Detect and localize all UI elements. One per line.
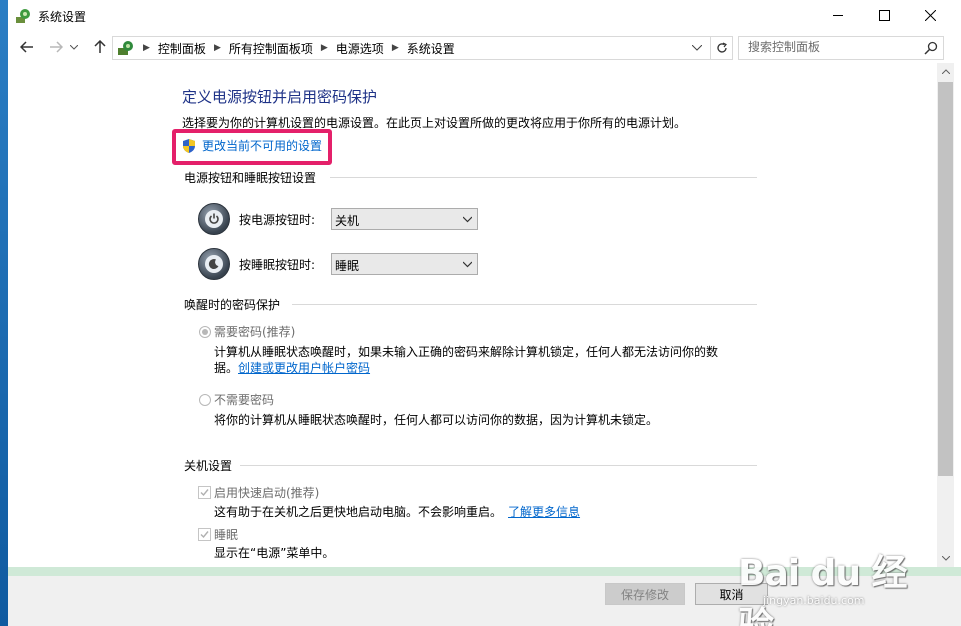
fast-startup-label: 启用快速启动(推荐)	[214, 486, 320, 500]
chevron-down-icon	[692, 45, 702, 51]
sleep-button-row: 按睡眠按钮时: 睡眠	[198, 247, 478, 281]
fast-startup-description: 这有助于在关机之后更快地启动电脑。不会影响重启。 了解更多信息	[214, 503, 580, 520]
scroll-up-button[interactable]	[937, 63, 954, 80]
power-button-icon	[198, 203, 230, 235]
sleep-menu-label: 睡眠	[214, 528, 239, 542]
control-panel-icon	[118, 41, 133, 55]
page-title: 定义电源按钮并启用密码保护	[182, 88, 378, 106]
title-bar: 系统设置	[8, 0, 961, 31]
chevron-down-icon	[463, 261, 472, 268]
refresh-button[interactable]	[710, 37, 732, 59]
sleep-button-action-value: 睡眠	[335, 259, 360, 273]
power-options-app-icon	[16, 9, 30, 23]
chevron-down-icon	[941, 556, 950, 561]
navigation-bar: ▶ 控制面板 ▶ 所有控制面板项 ▶ 电源选项 ▶ 系统设置	[8, 31, 961, 63]
fast-startup-checkbox[interactable]	[198, 486, 211, 499]
password-section-heading: 唤醒时的密码保护	[184, 298, 281, 312]
power-button-action-select[interactable]: 关机	[331, 208, 478, 230]
forward-arrow-icon	[50, 41, 63, 53]
close-icon	[924, 10, 936, 21]
require-password-description-cont: 据。创建或更改用户帐户密码	[214, 359, 370, 376]
shutdown-section-heading: 关机设置	[184, 459, 233, 473]
maximize-button[interactable]	[861, 0, 907, 31]
power-section-heading: 电源按钮和睡眠按钮设置	[184, 171, 317, 185]
address-history-button[interactable]	[688, 39, 706, 57]
maximize-icon	[878, 10, 890, 21]
scrollbar-thumb[interactable]	[938, 82, 953, 476]
uac-shield-icon	[183, 138, 195, 153]
search-input[interactable]	[739, 37, 923, 57]
section-divider	[240, 465, 757, 466]
vertical-scrollbar[interactable]	[937, 63, 954, 567]
section-divider	[330, 177, 757, 178]
up-arrow-icon	[94, 40, 106, 53]
window-title: 系统设置	[38, 10, 87, 24]
checkmark-icon	[200, 489, 209, 497]
no-password-radio[interactable]	[199, 394, 211, 406]
no-password-description: 将你的计算机从睡眠状态唤醒时，任何人都可以访问你的数据，因为计算机未锁定。	[214, 413, 659, 427]
forward-button[interactable]	[46, 37, 66, 57]
require-password-description-end: 据。	[214, 361, 239, 375]
recent-locations-button[interactable]	[68, 37, 80, 57]
chevron-right-icon: ▶	[213, 43, 221, 53]
footer-bar: 保存修改 取消	[8, 576, 961, 626]
chevron-right-icon: ▶	[320, 43, 328, 53]
search-box[interactable]	[738, 36, 944, 60]
back-arrow-icon	[20, 41, 33, 53]
breadcrumb: ▶ 控制面板 ▶ 所有控制面板项 ▶ 电源选项 ▶ 系统设置	[113, 37, 455, 59]
create-account-password-link[interactable]: 创建或更改用户帐户密码	[238, 361, 370, 375]
breadcrumb-all-items[interactable]: 所有控制面板项	[229, 40, 313, 57]
change-unavailable-settings-link[interactable]: 更改当前不可用的设置	[181, 137, 322, 154]
power-button-row: 按电源按钮时: 关机	[198, 202, 478, 236]
chevron-down-icon	[70, 44, 78, 50]
chevron-down-icon	[463, 216, 472, 223]
sleep-button-icon	[198, 248, 230, 280]
breadcrumb-control-panel[interactable]: 控制面板	[158, 40, 206, 57]
sleep-menu-checkbox[interactable]	[198, 528, 211, 541]
cancel-button[interactable]: 取消	[695, 583, 768, 605]
minimize-icon	[833, 15, 843, 16]
divider-strip	[8, 567, 961, 576]
require-password-description: 计算机从睡眠状态唤醒时，如果未输入正确的密码来解除计算机锁定，任何人都无法访问你…	[214, 345, 719, 359]
main-content: 定义电源按钮并启用密码保护 选择要为你的计算机设置的电源设置。在此页上对设置所做…	[8, 63, 937, 567]
no-password-label: 不需要密码	[214, 393, 275, 407]
power-button-label: 按电源按钮时:	[239, 212, 316, 227]
sleep-button-label: 按睡眠按钮时:	[239, 257, 316, 272]
breadcrumb-system-settings[interactable]: 系统设置	[407, 40, 455, 57]
sleep-menu-description: 显示在“电源”菜单中。	[214, 546, 335, 560]
save-changes-button[interactable]: 保存修改	[605, 583, 685, 605]
scroll-down-button[interactable]	[937, 550, 954, 567]
chevron-right-icon: ▶	[391, 43, 399, 53]
refresh-icon	[716, 42, 727, 53]
settings-window: 系统设置 ▶ 控制面板 ▶ 所有控制面板项 ▶ 电源选项 ▶ 系统设置 搜索控制…	[8, 0, 961, 626]
require-password-label: 需要密码(推荐)	[214, 325, 296, 339]
close-button[interactable]	[907, 0, 953, 31]
search-icon[interactable]	[923, 40, 939, 56]
power-button-action-value: 关机	[335, 214, 360, 228]
breadcrumb-power-options[interactable]: 电源选项	[336, 40, 384, 57]
learn-more-link[interactable]: 了解更多信息	[508, 505, 580, 519]
minimize-button[interactable]	[815, 0, 861, 31]
section-divider	[292, 304, 757, 305]
desktop-background	[0, 0, 8, 626]
chevron-up-icon	[941, 69, 950, 74]
checkmark-icon	[200, 531, 209, 539]
sleep-button-action-select[interactable]: 睡眠	[331, 253, 478, 275]
fast-startup-description-text: 这有助于在关机之后更快地启动电脑。不会影响重启。	[214, 505, 503, 519]
back-button[interactable]	[17, 37, 37, 57]
address-bar[interactable]: ▶ 控制面板 ▶ 所有控制面板项 ▶ 电源选项 ▶ 系统设置	[112, 36, 733, 60]
up-button[interactable]	[90, 37, 110, 57]
require-password-radio[interactable]	[199, 326, 211, 338]
change-settings-label: 更改当前不可用的设置	[202, 139, 323, 153]
chevron-right-icon: ▶	[143, 43, 150, 53]
